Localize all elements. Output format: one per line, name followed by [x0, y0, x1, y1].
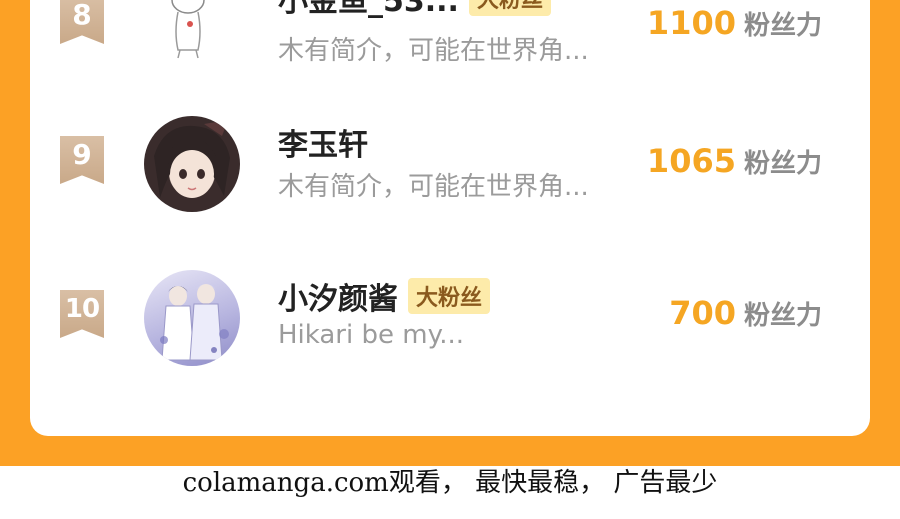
fan-power-unit: 粉丝力 [743, 149, 822, 179]
fan-badge: 大粉丝 [468, 0, 551, 16]
ranking-row[interactable]: 9 李玉轩 木有简介，可能在世界角... 1065 粉丝力 [30, 116, 870, 230]
rank-ribbon: 9 [60, 136, 104, 184]
fan-power: 1100 粉丝力 [647, 4, 822, 42]
watermark-footer: colamanga.com观看， 最快最稳， 广告最少 [182, 468, 718, 498]
ranking-row[interactable]: 10 小汐颜酱 大粉丝 Hikari be my... 700 粉丝力 [30, 270, 870, 382]
rank-ribbon: 8 [60, 0, 104, 44]
rabbit-avatar-image [171, 0, 205, 59]
avatar[interactable] [144, 270, 240, 366]
user-name[interactable]: 小汐颜酱 大粉丝 [278, 274, 491, 318]
avatar[interactable] [144, 0, 240, 62]
user-name-text: 小汐颜酱 [278, 282, 398, 317]
fan-power-value: 700 [669, 294, 736, 332]
ranking-row[interactable]: 8 小金鱼_53... 大粉丝 木有简介，可能在世界角... 1100 粉丝力 [30, 0, 870, 90]
user-name[interactable]: 李玉轩 [278, 120, 368, 164]
fan-badge: 大粉丝 [408, 278, 491, 314]
avatar[interactable] [144, 116, 240, 212]
user-bio: Hikari be my... [278, 320, 465, 350]
fan-power-unit: 粉丝力 [743, 301, 822, 331]
user-name[interactable]: 小金鱼_53... 大粉丝 [278, 0, 551, 20]
ranking-card: 8 小金鱼_53... 大粉丝 木有简介，可能在世界角... 1100 粉丝力 9 [30, 0, 870, 436]
fan-power: 700 粉丝力 [669, 294, 822, 332]
rank-ribbon: 10 [60, 290, 104, 338]
user-bio: 木有简介，可能在世界角... [278, 36, 589, 66]
fan-power-value: 1065 [646, 142, 736, 180]
anime-avatar-image [154, 120, 230, 198]
user-name-text: 李玉轩 [278, 128, 368, 163]
fan-power-unit: 粉丝力 [743, 11, 822, 41]
fan-power-value: 1100 [646, 4, 736, 42]
user-bio: 木有简介，可能在世界角... [278, 172, 589, 202]
fan-power: 1065 粉丝力 [647, 142, 822, 180]
illustrated-avatar-image [160, 284, 229, 361]
user-name-text: 小金鱼_53... [278, 0, 459, 19]
